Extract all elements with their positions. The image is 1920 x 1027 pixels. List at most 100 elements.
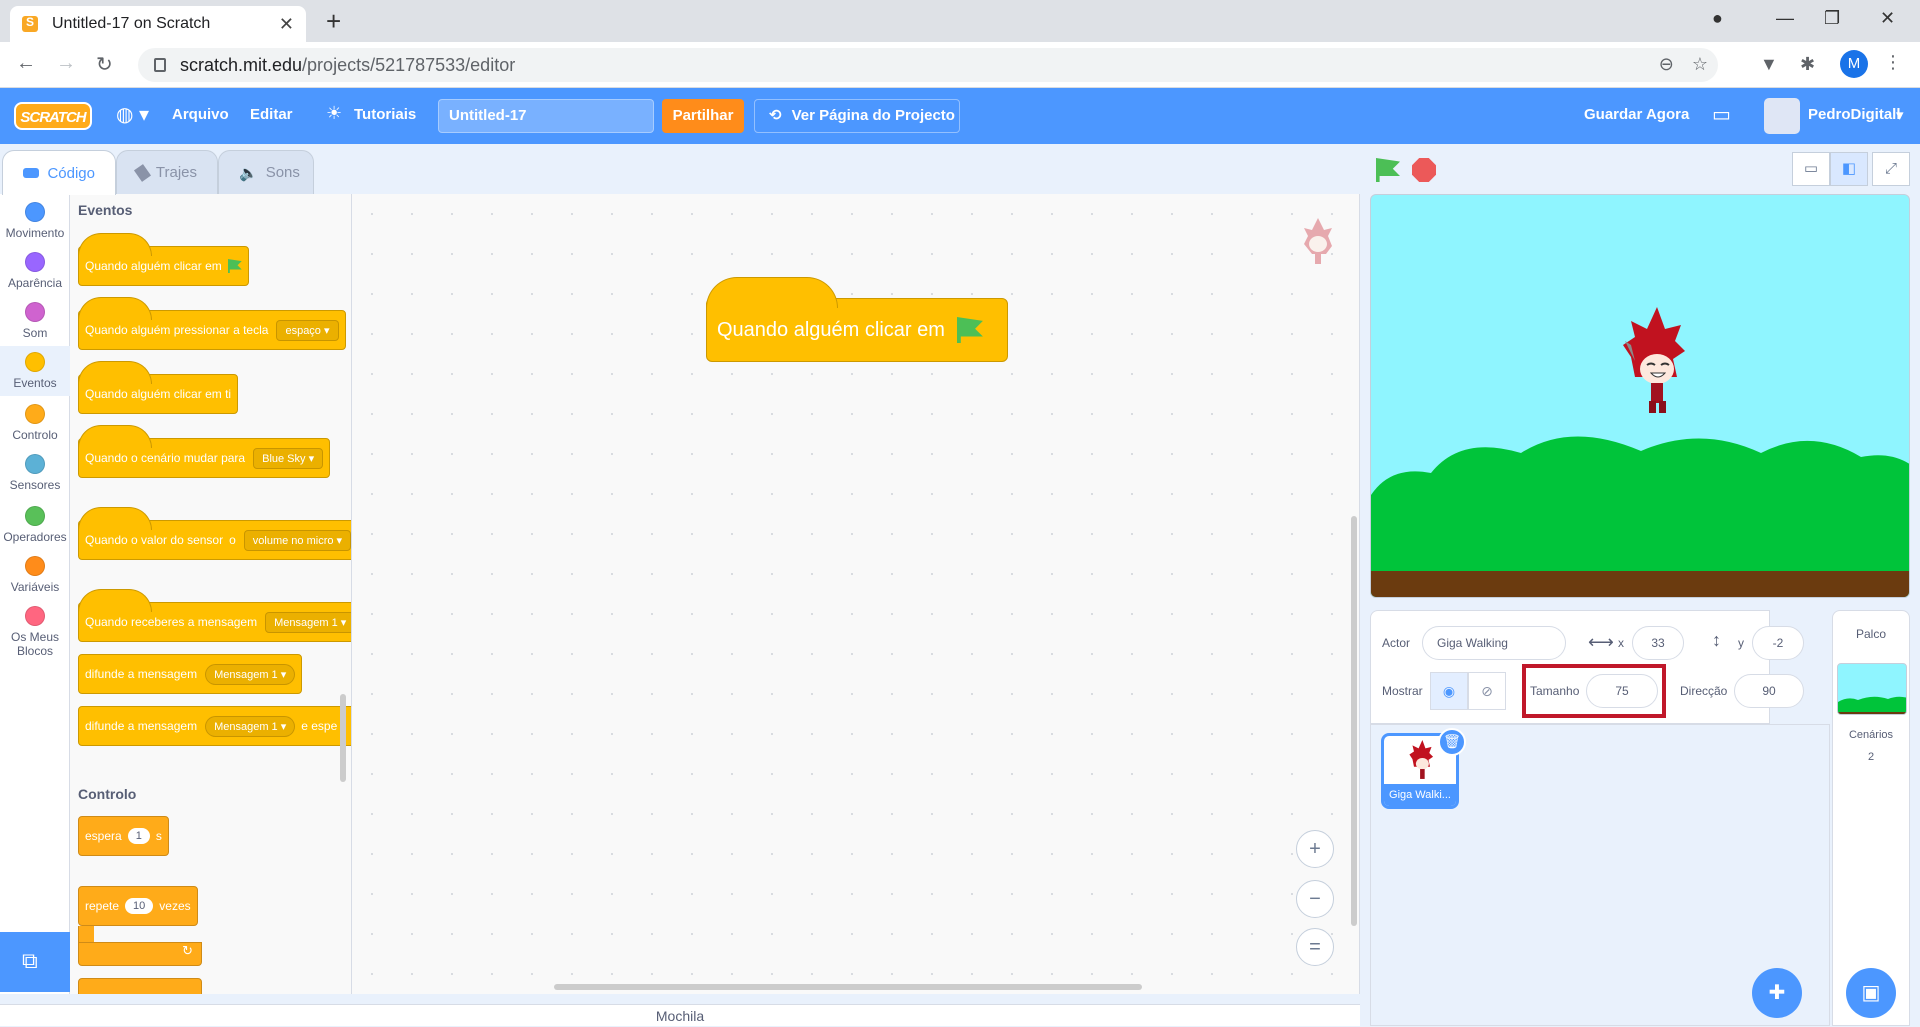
category-control[interactable]: Controlo [0, 404, 70, 442]
reload-icon[interactable]: ↻ [96, 52, 113, 77]
tab-costumes[interactable]: Trajes [116, 150, 218, 194]
stage-ground [1371, 571, 1909, 597]
category-sound[interactable]: Som [0, 302, 70, 340]
delete-sprite-button[interactable]: 🗑 [1438, 728, 1466, 756]
zoom-in-button[interactable]: + [1296, 830, 1334, 868]
browser-tab[interactable]: Untitled-17 on Scratch ✕ [10, 6, 306, 42]
category-looks[interactable]: Aparência [0, 252, 70, 290]
hide-sprite-button[interactable]: ⊘ [1468, 672, 1506, 710]
backdrop-thumb-image [1838, 696, 1906, 714]
fullscreen-button[interactable]: ⤢ [1872, 152, 1910, 186]
sensor-dropdown[interactable]: volume no micro [243, 529, 351, 551]
profile-avatar[interactable]: M [1840, 50, 1868, 78]
extension-icon[interactable]: ▼ [1760, 54, 1778, 75]
zoom-out-button[interactable]: − [1296, 880, 1334, 918]
block-when-key-pressed[interactable]: Quando alguém pressionar a tecla espaço [78, 297, 346, 350]
backdrop-dropdown[interactable]: Blue Sky [253, 447, 324, 469]
palette-scrollbar[interactable] [340, 694, 346, 782]
zoom-reset-button[interactable]: = [1296, 928, 1334, 966]
category-events[interactable]: Eventos [0, 346, 70, 396]
forward-icon[interactable]: → [56, 52, 76, 75]
restore-icon[interactable]: ❐ [1824, 8, 1840, 29]
back-icon[interactable]: ← [16, 52, 36, 75]
category-operators[interactable]: Operadores [0, 506, 70, 544]
block-wait[interactable]: espera 1 s [78, 816, 169, 856]
category-label: Aparência [7, 276, 63, 290]
url-field[interactable]: scratch.mit.edu /projects/521787533/edit… [138, 48, 1718, 82]
my-stuff-folder-icon[interactable]: ▭ [1712, 102, 1731, 127]
minimize-icon[interactable]: — [1776, 8, 1794, 29]
url-host: scratch.mit.edu [180, 54, 303, 75]
tab-sounds-label: Sons [265, 164, 300, 181]
y-position-input[interactable]: -2 [1752, 626, 1804, 660]
puzzle-extensions-icon[interactable]: ✱ [1800, 54, 1815, 75]
address-bar: ← → ↻ scratch.mit.edu /projects/52178753… [0, 42, 1920, 88]
message-dropdown[interactable]: Mensagem 1 [265, 611, 351, 633]
chrome-menu-icon[interactable]: ⋮ [1884, 52, 1902, 73]
tab-code[interactable]: Código [2, 150, 116, 195]
message-dropdown[interactable]: Mensagem 1 [205, 715, 296, 737]
category-sensing[interactable]: Sensores [0, 454, 70, 492]
menu-file[interactable]: Arquivo [172, 106, 229, 123]
workspace-when-flag-block[interactable]: Quando alguém clicar em [706, 277, 1008, 362]
close-tab-icon[interactable]: ✕ [279, 14, 294, 35]
new-tab-icon[interactable]: + [326, 6, 341, 37]
category-dot [25, 352, 45, 372]
block-broadcast[interactable]: difunde a mensagem Mensagem 1 [78, 654, 303, 694]
lock-icon [154, 58, 166, 72]
tab-sounds[interactable]: 🔈 Sons [218, 150, 314, 194]
block-when-sensor-greater[interactable]: Quando o valor do sensor o volume no micro [78, 507, 351, 560]
choose-backdrop-button[interactable]: ▣ [1846, 968, 1896, 1018]
close-window-icon[interactable]: ✕ [1880, 8, 1895, 29]
direction-input[interactable]: 90 [1734, 674, 1804, 708]
user-avatar[interactable] [1764, 98, 1800, 134]
tab-costumes-label: Trajes [155, 164, 197, 181]
choose-sprite-button[interactable]: ✚ [1752, 968, 1802, 1018]
stage-selector[interactable]: Palco Cenários 2 [1832, 610, 1910, 1026]
x-position-input[interactable]: 33 [1632, 626, 1684, 660]
block-broadcast-and-wait[interactable]: difunde a mensagem Mensagem 1 e espe [78, 706, 351, 746]
see-project-page-button[interactable]: ⟲ Ver Página do Projecto [754, 99, 960, 133]
bookmark-star-icon[interactable]: ☆ [1692, 54, 1708, 75]
block-when-receive-message[interactable]: Quando receberes a mensagem Mensagem 1 [78, 589, 351, 642]
small-stage-button[interactable]: ▭ [1792, 152, 1830, 186]
stage-canvas[interactable] [1370, 194, 1910, 598]
category-motion[interactable]: Movimento [0, 202, 70, 240]
workspace-vertical-scrollbar[interactable] [1351, 516, 1357, 926]
menu-tutorials[interactable]: Tutoriais [354, 106, 416, 123]
show-sprite-button[interactable]: ◉ [1430, 672, 1468, 710]
block-repeat[interactable]: repete 10 vezes [78, 886, 198, 926]
zoom-icon[interactable]: ⊖ [1659, 54, 1674, 75]
green-flag-button[interactable] [1376, 158, 1400, 182]
stop-button[interactable] [1412, 158, 1436, 182]
category-my-blocks[interactable]: Os Meus Blocos [0, 606, 70, 658]
save-now-button[interactable]: Guardar Agora [1584, 106, 1689, 123]
normal-stage-button[interactable]: ◧ [1830, 152, 1868, 186]
tab-search-icon[interactable]: ● [1712, 8, 1723, 29]
trash-icon: 🗑 [1443, 733, 1461, 749]
next-control-block[interactable] [78, 978, 202, 994]
backdrop-thumbnail [1837, 663, 1907, 715]
category-label: Sensores [9, 478, 61, 492]
wait-seconds-input[interactable]: 1 [127, 828, 150, 844]
project-title-input[interactable]: Untitled-17 [438, 99, 654, 133]
category-variables[interactable]: Variáveis [0, 556, 70, 594]
add-extension-button[interactable]: ⧉ [0, 932, 70, 992]
username[interactable]: PedroDigitall [1808, 106, 1901, 123]
sprite-name-input[interactable]: Giga Walking [1422, 626, 1566, 660]
block-label: Quando o cenário mudar para [85, 451, 246, 465]
language-globe-icon[interactable]: ◍ ▾ [116, 102, 149, 127]
block-when-backdrop-switches[interactable]: Quando o cenário mudar para Blue Sky [78, 425, 331, 478]
account-caret-icon[interactable]: ▾ [1896, 106, 1904, 124]
menu-edit[interactable]: Editar [250, 106, 293, 123]
share-button[interactable]: Partilhar [662, 99, 744, 133]
giga-sprite[interactable] [1621, 307, 1691, 417]
backpack-bar[interactable]: Mochila [0, 1004, 1360, 1026]
workspace-horizontal-scrollbar[interactable] [554, 984, 1142, 990]
repeat-count-input[interactable]: 10 [125, 898, 154, 914]
scratch-logo[interactable]: SCRATCH [14, 102, 92, 130]
message-dropdown[interactable]: Mensagem 1 [205, 663, 296, 685]
block-when-sprite-clicked[interactable]: Quando alguém clicar em ti [78, 361, 239, 414]
block-when-flag-clicked[interactable]: Quando alguém clicar em [78, 233, 249, 286]
key-dropdown[interactable]: espaço [276, 319, 339, 341]
